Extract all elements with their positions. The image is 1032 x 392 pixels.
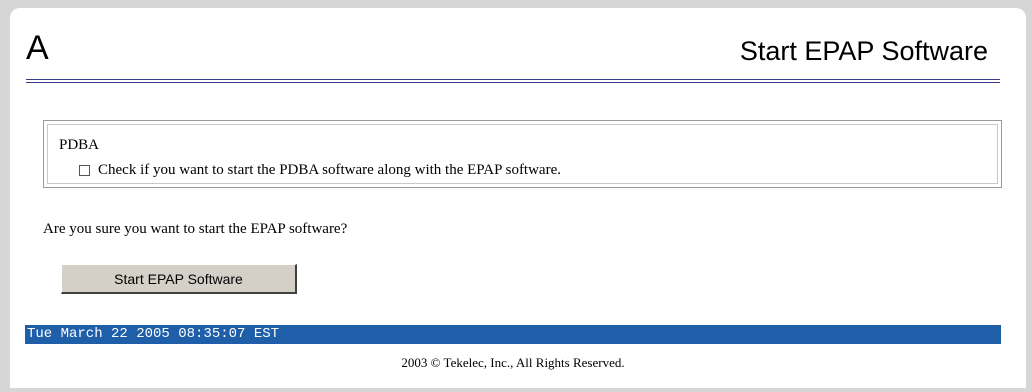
pdba-legend: PDBA bbox=[59, 137, 100, 153]
confirm-question: Are you sure you want to start the EPAP … bbox=[43, 221, 348, 237]
copyright-notice: 2003 © Tekelec, Inc., All Rights Reserve… bbox=[401, 355, 625, 370]
page-title: Start EPAP Software bbox=[739, 36, 988, 66]
title-divider bbox=[26, 79, 1000, 83]
status-bar-timestamp: Tue March 22 2005 08:35:07 EST bbox=[25, 325, 1001, 344]
pdba-checkbox-label[interactable]: Check if you want to start the PDBA soft… bbox=[98, 161, 561, 179]
content-panel: A Start EPAP Software PDBA Check if you … bbox=[10, 8, 1026, 388]
pdba-checkbox-row[interactable]: Check if you want to start the PDBA soft… bbox=[79, 161, 561, 179]
start-epap-software-button[interactable]: Start EPAP Software bbox=[61, 264, 297, 294]
pdba-checkbox[interactable] bbox=[79, 164, 90, 176]
area-letter: A bbox=[26, 29, 49, 67]
